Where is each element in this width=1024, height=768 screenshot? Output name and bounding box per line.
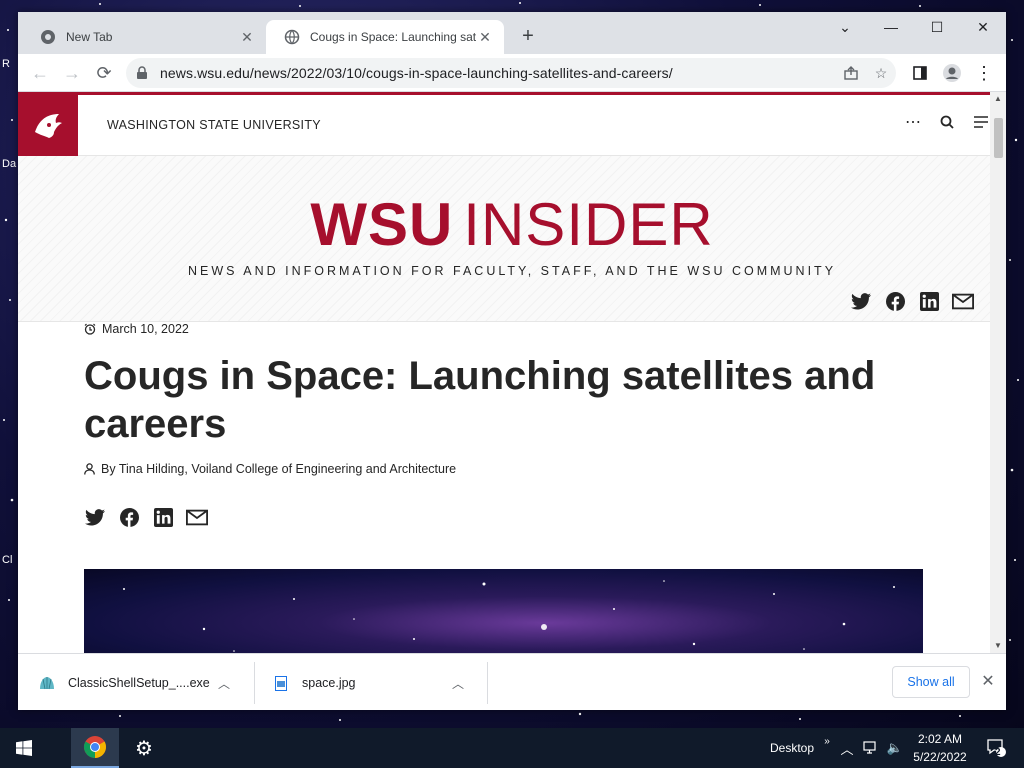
page-viewport: WASHINGTON STATE UNIVERSITY ⋯ WSU INSIDER…	[18, 92, 1006, 653]
more-dots-icon[interactable]: ⋯	[904, 113, 922, 131]
desktop-icon-label[interactable]: R	[2, 58, 10, 70]
gear-icon: ⚙	[135, 737, 153, 760]
address-bar[interactable]: news.wsu.edu/news/2022/03/10/cougs-in-sp…	[126, 58, 896, 88]
download-item[interactable]: ClassicShellSetup_....exe ︿	[38, 662, 230, 704]
scroll-thumb[interactable]	[994, 118, 1003, 158]
email-icon[interactable]	[952, 290, 974, 312]
search-icon[interactable]	[938, 113, 956, 131]
masthead-tagline: NEWS AND INFORMATION FOR FACULTY, STAFF,…	[187, 264, 837, 278]
forward-button[interactable]: →	[60, 61, 84, 85]
tab-cougs-in-space[interactable]: Cougs in Space: Launching satellites and…	[266, 20, 504, 54]
insider-masthead: WSU INSIDER NEWS AND INFORMATION FOR FACU…	[18, 156, 1006, 322]
hamburger-menu-icon[interactable]	[972, 113, 990, 131]
masthead-title-insider: INSIDER	[463, 191, 714, 258]
person-icon	[84, 463, 95, 475]
download-divider	[487, 662, 488, 704]
browser-toolbar: ← → ⟳ news.wsu.edu/news/2022/03/10/cougs…	[18, 54, 1006, 92]
scroll-down-arrow[interactable]: ▼	[990, 639, 1006, 653]
new-tab-button[interactable]: +	[516, 24, 540, 48]
browser-window: New Tab ✕ Cougs in Space: Launching sate…	[18, 12, 1006, 710]
reload-button[interactable]: ⟳	[92, 61, 116, 85]
globe-icon	[284, 29, 300, 45]
minimize-button[interactable]: —	[868, 12, 914, 42]
desktop-icon-label[interactable]: Da	[2, 158, 16, 170]
tab-title: Cougs in Space: Launching satellites and…	[310, 30, 476, 44]
close-icon[interactable]: ✕	[238, 29, 256, 46]
clock-date[interactable]: 5/22/2022	[910, 750, 970, 764]
email-icon[interactable]	[186, 506, 208, 528]
close-icon[interactable]: ✕	[476, 29, 494, 46]
article-byline-row: By Tina Hilding, Voiland College of Engi…	[84, 462, 924, 476]
start-button[interactable]	[0, 728, 48, 768]
scroll-up-arrow[interactable]: ▲	[990, 92, 1006, 106]
masthead-title[interactable]: WSU INSIDER	[18, 190, 1006, 259]
university-name[interactable]: WASHINGTON STATE UNIVERSITY	[107, 118, 321, 132]
article-headline: Cougs in Space: Launching satellites and…	[84, 354, 876, 446]
window-close-button[interactable]: ✕	[960, 12, 1006, 42]
side-panel-icon[interactable]	[908, 61, 932, 85]
volume-icon[interactable]: 🔈	[886, 739, 904, 757]
download-shelf: ClassicShellSetup_....exe ︿ space.jpg ︿ …	[18, 653, 1006, 710]
network-icon[interactable]	[862, 739, 880, 757]
facebook-icon[interactable]	[884, 290, 906, 312]
menu-kebab-icon[interactable]: ⋮	[972, 61, 996, 85]
tab-strip: New Tab ✕ Cougs in Space: Launching sate…	[18, 12, 1006, 54]
chrome-icon	[40, 29, 56, 45]
linkedin-icon[interactable]	[152, 506, 174, 528]
chevron-up-icon[interactable]: ︿	[452, 675, 464, 692]
linkedin-icon[interactable]	[918, 290, 940, 312]
article: March 10, 2022 Cougs in Space: Launching…	[84, 322, 924, 528]
lock-icon[interactable]	[136, 66, 150, 80]
desktop-toolbar-label[interactable]: Desktop	[770, 741, 814, 755]
article-hero-image	[84, 569, 923, 653]
masthead-social-links	[850, 290, 974, 312]
download-divider	[254, 662, 255, 704]
download-filename: space.jpg	[302, 676, 356, 690]
masthead-title-wsu: WSU	[310, 191, 454, 258]
chrome-logo-icon	[84, 736, 106, 758]
toolbar-expand-chevron-icon[interactable]: »	[818, 732, 836, 750]
close-download-shelf-icon[interactable]: ✕	[978, 672, 998, 692]
tab-search-icon[interactable]: ⌄	[822, 12, 868, 42]
share-icon[interactable]	[836, 65, 866, 81]
wsu-cougar-logo[interactable]	[18, 94, 78, 156]
tab-new-tab[interactable]: New Tab ✕	[22, 20, 266, 54]
space-image-stars	[123, 580, 895, 652]
facebook-icon[interactable]	[118, 506, 140, 528]
alarm-clock-icon	[84, 323, 96, 335]
show-all-downloads-button[interactable]: Show all	[892, 666, 970, 698]
article-byline: By Tina Hilding, Voiland College of Engi…	[101, 462, 457, 476]
bookmark-star-icon[interactable]: ☆	[866, 65, 896, 82]
notification-count-badge: 2	[995, 747, 1001, 758]
url-text[interactable]: news.wsu.edu/news/2022/03/10/cougs-in-sp…	[160, 65, 836, 81]
tab-title: New Tab	[66, 30, 113, 44]
article-date: March 10, 2022	[102, 322, 189, 336]
taskbar-chrome-button[interactable]	[71, 728, 119, 768]
download-item[interactable]: space.jpg ︿	[272, 662, 464, 704]
twitter-icon[interactable]	[84, 506, 106, 528]
taskbar-settings-button[interactable]: ⚙	[120, 728, 168, 768]
image-file-icon	[272, 674, 290, 692]
article-social-links	[84, 506, 924, 528]
page-scrollbar[interactable]: ▲ ▼	[990, 92, 1006, 653]
article-date-row: March 10, 2022	[84, 322, 924, 336]
shell-installer-icon	[38, 674, 56, 692]
clock-time[interactable]: 2:02 AM	[910, 732, 970, 746]
chevron-up-icon[interactable]: ︿	[218, 675, 230, 692]
windows-logo-icon	[16, 740, 32, 756]
back-button[interactable]: ←	[28, 61, 52, 85]
maximize-button[interactable]: ☐	[914, 12, 960, 42]
site-header: WASHINGTON STATE UNIVERSITY ⋯	[18, 94, 1006, 156]
windows-taskbar: ⚙ Desktop » ︿ 🔈 2:02 AM 5/22/2022 2	[0, 728, 1024, 768]
profile-avatar-icon[interactable]	[940, 61, 964, 85]
twitter-icon[interactable]	[850, 290, 872, 312]
download-filename: ClassicShellSetup_....exe	[68, 676, 210, 690]
desktop-icon-label[interactable]: Cl	[2, 554, 12, 566]
show-hidden-icons-chevron[interactable]: ︿	[838, 739, 856, 757]
